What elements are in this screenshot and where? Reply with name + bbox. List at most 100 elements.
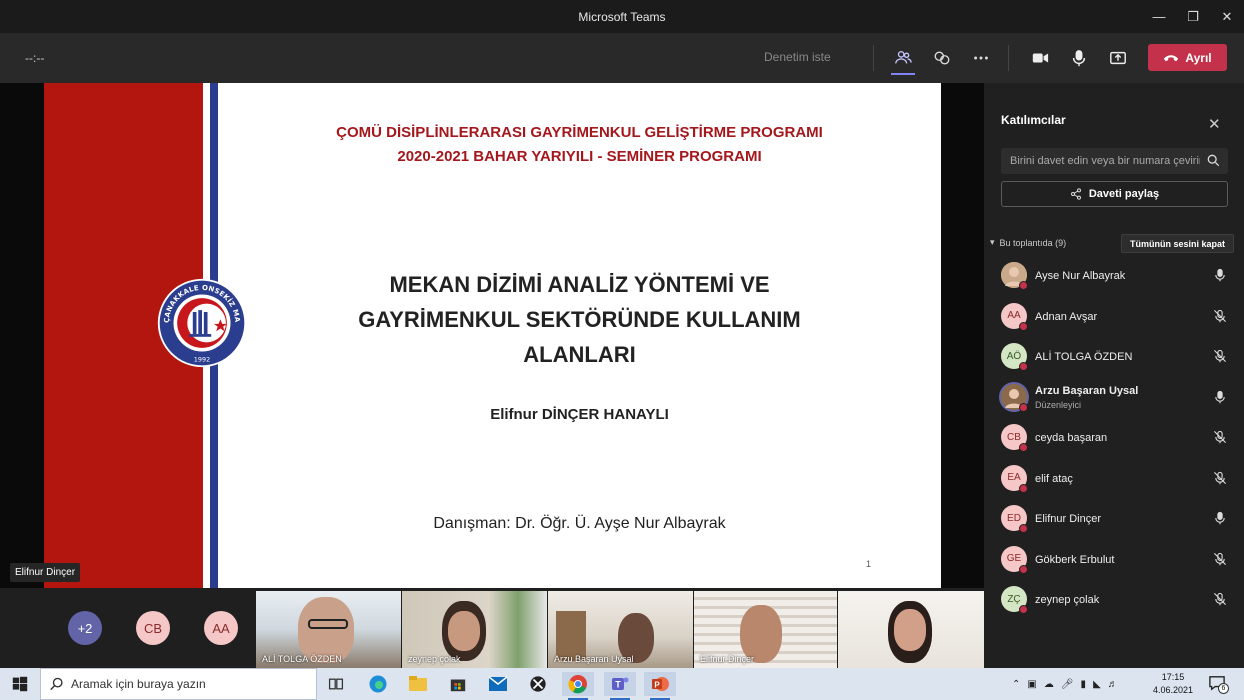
microphone-off-icon[interactable]	[1213, 552, 1227, 566]
video-tile-name: ALİ TOLGA ÖZDEN	[262, 654, 342, 664]
taskbar-search-placeholder: Aramak için buraya yazın	[71, 677, 206, 691]
meeting-toolbar: --:-- Denetim iste Ayrıl	[0, 33, 1244, 83]
xbox-icon[interactable]	[524, 672, 552, 696]
microphone-off-icon[interactable]	[1213, 592, 1227, 606]
close-panel-icon[interactable]: ✕	[1208, 115, 1221, 133]
notification-count-badge: 6	[1218, 683, 1229, 694]
microphone-off-icon[interactable]	[1213, 430, 1227, 444]
slide-title-line3: ALANLARI	[523, 342, 636, 367]
video-tile[interactable]: Arzu Başaran Uysal	[548, 591, 693, 668]
participant-row[interactable]: ZÇ zeynep çolak	[1001, 582, 1234, 618]
participant-row[interactable]: CB ceyda başaran	[1001, 420, 1234, 456]
more-options-icon[interactable]	[966, 43, 996, 73]
participant-row[interactable]: ED Elifnur Dinçer	[1001, 501, 1234, 537]
microphone-off-icon[interactable]	[1213, 309, 1227, 323]
network-icon[interactable]: ◣	[1093, 679, 1101, 690]
slide-page-number: 1	[866, 559, 872, 569]
store-icon[interactable]	[444, 672, 472, 696]
meeting-timer: --:--	[25, 51, 45, 65]
request-control-button[interactable]: Denetim iste	[764, 50, 831, 64]
cloud-icon[interactable]: ☁	[1044, 679, 1054, 690]
more-participants-button[interactable]: +2	[68, 611, 102, 645]
participant-name: Ayse Nur Albayrak	[1035, 270, 1126, 282]
clock-time: 17:15	[1161, 672, 1185, 682]
mail-icon[interactable]	[484, 672, 512, 696]
window-title: Microsoft Teams	[578, 9, 666, 24]
minimize-icon[interactable]: —	[1142, 0, 1176, 33]
volume-icon[interactable]: ♬	[1108, 679, 1118, 690]
participant-name: ALİ TOLGA ÖZDEN	[1035, 351, 1133, 363]
participant-name: zeynep çolak	[1035, 594, 1100, 606]
share-invite-button[interactable]: Daveti paylaş	[1001, 181, 1228, 207]
microphone-tray-icon[interactable]: 🎤︎	[1061, 679, 1074, 690]
participant-row[interactable]: GE Gökberk Erbulut	[1001, 542, 1234, 578]
taskbar-clock[interactable]: 17:15 4.06.2021	[1148, 671, 1198, 697]
powerpoint-icon[interactable]: P	[644, 672, 676, 696]
video-tile-name: zeynep çolak	[408, 654, 461, 664]
slide-title: MEKAN DİZİMİ ANALİZ YÖNTEMİ VE GAYRİMENK…	[218, 267, 941, 372]
participant-role: Düzenleyici	[1035, 399, 1082, 410]
in-meeting-count: Bu toplantıda (9)	[999, 237, 1067, 248]
battery-icon[interactable]: ▮	[1081, 679, 1087, 690]
invite-search-input[interactable]: Birini davet edin veya bir numara çeviri…	[1001, 148, 1228, 174]
participant-name: Elifnur Dinçer	[1035, 513, 1102, 525]
svg-text:P: P	[654, 681, 660, 690]
microphone-icon[interactable]	[1213, 390, 1227, 404]
search-icon	[50, 677, 63, 691]
restore-icon[interactable]: ❐	[1176, 0, 1210, 33]
video-glasses	[308, 619, 348, 629]
teams-tray-icon[interactable]: ▣	[1027, 679, 1036, 690]
share-invite-label: Daveti paylaş	[1088, 188, 1160, 200]
participant-row[interactable]: AA Adnan Avşar	[1001, 299, 1234, 335]
presenter-name-label: Elifnur Dinçer	[10, 563, 81, 582]
participant-row[interactable]: EA elif ataç	[1001, 461, 1234, 497]
participant-name: elif ataç	[1035, 472, 1073, 485]
notification-center-icon[interactable]: 6	[1208, 675, 1229, 694]
participant-row[interactable]: Ayse Nur Albayrak	[1001, 258, 1234, 294]
presence-status-dot	[1019, 362, 1028, 371]
video-tile[interactable]: ALİ TOLGA ÖZDEN	[256, 591, 401, 668]
mute-all-button[interactable]: Tümünün sesini kapat	[1121, 234, 1234, 253]
presence-status-dot	[1019, 402, 1028, 412]
microphone-off-icon[interactable]	[1213, 349, 1227, 363]
participant-row[interactable]: Arzu Başaran Uysal Düzenleyici	[1001, 380, 1234, 416]
chevron-down-icon: ▾	[990, 237, 995, 247]
clock-date: 4.06.2021	[1152, 685, 1194, 695]
svg-text:T: T	[615, 680, 621, 690]
presentation-slide: ÇANAKKALE ONSEKİZ MART ÜNİVERSİTESİ 1992…	[44, 83, 941, 588]
participant-name: Arzu Başaran Uysal	[1035, 384, 1139, 397]
microphone-icon[interactable]	[1213, 511, 1227, 525]
in-meeting-section-toggle[interactable]: ▾ Bu toplantıda (9)	[990, 237, 1066, 248]
video-tile[interactable]: zeynep çolak	[402, 591, 547, 668]
svg-text:1992: 1992	[194, 356, 210, 364]
video-tile[interactable]: Elifnur Dinçer	[694, 591, 837, 668]
participant-row[interactable]: AÖ ALİ TOLGA ÖZDEN	[1001, 339, 1234, 375]
chrome-icon[interactable]	[562, 672, 594, 696]
close-icon[interactable]: ✕	[1210, 0, 1244, 33]
taskbar-search-input[interactable]: Aramak için buraya yazın	[40, 668, 317, 700]
share-icon	[1070, 188, 1081, 200]
participant-name: Gökberk Erbulut	[1035, 553, 1115, 566]
slide-author: Elifnur DİNÇER HANAYLI	[490, 406, 669, 423]
video-tile[interactable]	[838, 591, 984, 668]
participant-avatar[interactable]: AA	[204, 611, 238, 645]
microphone-icon[interactable]	[1064, 43, 1094, 73]
chevron-up-icon[interactable]: ⌃	[1012, 679, 1020, 690]
windows-start-icon[interactable]	[0, 668, 40, 700]
share-screen-icon[interactable]	[1103, 43, 1133, 73]
task-view-icon[interactable]	[322, 672, 350, 696]
phone-hangup-icon	[1164, 54, 1179, 61]
teams-icon[interactable]: T	[604, 672, 636, 696]
leave-button[interactable]: Ayrıl	[1148, 44, 1227, 71]
presence-status-dot	[1019, 605, 1028, 614]
participant-avatar[interactable]: CB	[136, 611, 170, 645]
file-explorer-icon[interactable]	[404, 672, 432, 696]
slide-advisor: Danışman: Dr. Öğr. Ü. Ayşe Nur Albayrak	[433, 515, 726, 532]
microphone-icon[interactable]	[1213, 268, 1227, 282]
camera-icon[interactable]	[1025, 43, 1055, 73]
edge-browser-icon[interactable]	[364, 672, 392, 696]
presence-status-dot	[1019, 483, 1028, 493]
participants-icon[interactable]	[888, 43, 918, 73]
chat-icon[interactable]	[927, 43, 957, 73]
microphone-off-icon[interactable]	[1213, 471, 1227, 485]
